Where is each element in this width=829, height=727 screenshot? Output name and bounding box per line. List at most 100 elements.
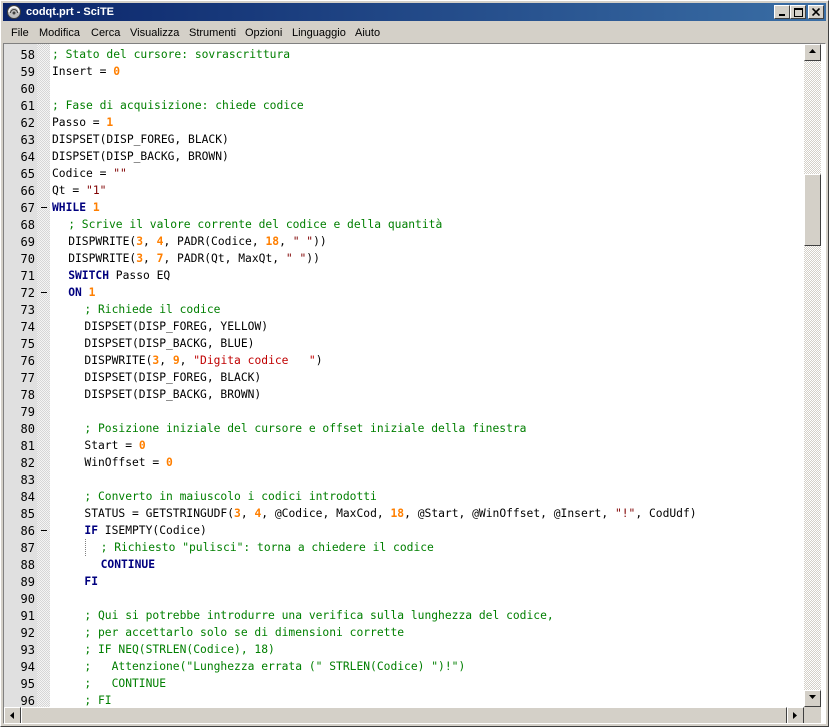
code-line[interactable]: 70 DISPWRITE(3, 7, PADR(Qt, MaxQt, " ")) [4,250,804,267]
code-line[interactable]: 94 ; Attenzione("Lunghezza errata (" STRL… [4,658,804,675]
maximize-button[interactable] [790,5,806,19]
code-text: Insert = 0 [52,65,120,79]
line-number: 62 [20,116,35,130]
scite-app-icon[interactable] [6,4,22,20]
code-token: 3 [234,507,241,520]
line-number: 78 [20,388,35,402]
code-token: ; FI [84,694,112,707]
code-line[interactable]: 78 DISPSET(DISP_BACKG, BROWN) [4,386,804,403]
code-token: ; Richiede il codice [84,303,221,316]
code-line[interactable]: 81 Start = 0 [4,437,804,454]
menu-opzioni[interactable]: Opzioni [245,26,282,40]
code-line[interactable]: 93 ; IF NEQ(STRLEN(Codice), 18) [4,641,804,658]
fold-toggle-icon[interactable] [39,284,49,301]
arrow-right-icon [793,712,797,719]
line-number: 88 [20,558,35,572]
code-line[interactable]: 74 DISPSET(DISP_FOREG, YELLOW) [4,318,804,335]
minimize-button[interactable] [774,5,790,19]
scroll-right-button[interactable] [787,707,804,723]
code-line[interactable]: 63 DISPSET(DISP_FOREG, BLACK) [4,131,804,148]
code-text: ; Scrive il valore corrente del codice e… [68,218,442,232]
code-token: DISPSET(DISP_FOREG, BLACK) [84,371,262,384]
menu-linguaggio[interactable]: Linguaggio [292,26,346,40]
code-token: FI [84,575,98,588]
code-line[interactable]: 67 WHILE 1 [4,199,804,216]
code-line[interactable]: 75 DISPSET(DISP_BACKG, BLUE) [4,335,804,352]
menu-visualizza[interactable]: Visualizza [130,26,179,40]
code-line[interactable]: 72 ON 1 [4,284,804,301]
code-text: ; Qui si potrebbe introdurre una verific… [84,609,553,623]
code-line[interactable]: 88 CONTINUE [4,556,804,573]
line-number: 86 [20,524,35,538]
code-line[interactable]: 84 ; Converto in maiuscolo i codici intro… [4,488,804,505]
code-token: ; Scrive il valore corrente del codice e… [68,218,443,231]
code-line[interactable]: 64 DISPSET(DISP_BACKG, BROWN) [4,148,804,165]
code-token: ISEMPTY(Codice) [98,524,207,537]
menu-aiuto[interactable]: Aiuto [355,26,380,40]
code-line[interactable]: 89 FI [4,573,804,590]
code-line[interactable]: 71 SWITCH Passo EQ [4,267,804,284]
code-line[interactable]: 91 ; Qui si potrebbe introdurre una verif… [4,607,804,624]
scroll-left-button[interactable] [4,707,21,723]
fold-toggle-icon[interactable] [39,522,49,539]
code-token: DISPSET(DISP_FOREG, YELLOW) [84,320,269,333]
line-number: 89 [20,575,35,589]
code-token: STATUS = GETSTRINGUDF( [84,507,235,520]
line-number: 84 [20,490,35,504]
line-number: 91 [20,609,35,623]
code-token: Start = [84,439,139,452]
close-button[interactable] [808,5,824,19]
code-token: ; Qui si potrebbe introdurre una verific… [84,609,554,622]
code-line[interactable]: 80 ; Posizione iniziale del cursore e off… [4,420,804,437]
code-line[interactable]: 65 Codice = "" [4,165,804,182]
close-icon [812,8,820,16]
code-token: 18 [265,235,280,248]
code-text: DISPWRITE(3, 7, PADR(Qt, MaxQt, " ")) [68,252,320,266]
line-number: 80 [20,422,35,436]
menu-modifica[interactable]: Modifica [39,26,80,40]
menu-file[interactable]: File [11,26,29,40]
code-line[interactable]: 66 Qt = "1" [4,182,804,199]
code-token: Qt = [52,184,87,197]
code-lines[interactable]: 58 ; Stato del cursore: sovrascrittura 59 I… [4,46,804,709]
code-line[interactable]: 95 ; CONTINUE [4,675,804,692]
code-token: ; Richiesto "pulisci": torna a chiedere … [100,541,434,554]
horizontal-scroll-thumb[interactable] [21,707,787,723]
code-line[interactable]: 85 STATUS = GETSTRINGUDF(3, 4, @Codice, M… [4,505,804,522]
code-line[interactable]: 77 DISPSET(DISP_FOREG, BLACK) [4,369,804,386]
code-line[interactable]: 68 ; Scrive il valore corrente del codice… [4,216,804,233]
code-text: DISPWRITE(3, 9, "Digita codice ") [84,354,322,368]
code-token: ; CONTINUE [84,677,167,690]
code-token: ; Posizione iniziale del cursore e offse… [84,422,527,435]
code-text: ; Stato del cursore: sovrascrittura [52,48,290,62]
code-text: Codice = "" [52,167,127,181]
code-line[interactable]: 92 ; per accettarlo solo se di dimensioni… [4,624,804,641]
code-line[interactable]: 62 Passo = 1 [4,114,804,131]
code-line[interactable]: 87 ; Richiesto "pulisci": torna a chieder… [4,539,804,556]
code-line[interactable]: 90 [4,590,804,607]
code-line[interactable]: 76 DISPWRITE(3, 9, "Digita codice ") [4,352,804,369]
code-editor[interactable]: 58 ; Stato del cursore: sovrascrittura 59 I… [3,43,826,724]
title-bar[interactable]: codqt.prt - SciTE [3,3,826,21]
code-line[interactable]: 60 [4,80,804,97]
code-line[interactable]: 73 ; Richiede il codice [4,301,804,318]
menu-strumenti[interactable]: Strumenti [189,26,236,40]
code-text: STATUS = GETSTRINGUDF(3, 4, @Codice, Max… [84,507,696,521]
horizontal-scrollbar[interactable] [4,707,804,723]
code-line[interactable]: 79 [4,403,804,420]
code-text: ; IF NEQ(STRLEN(Codice), 18) [84,643,274,657]
scroll-up-button[interactable] [804,44,821,61]
code-line[interactable]: 83 [4,471,804,488]
scroll-down-button[interactable] [804,690,821,707]
menu-cerca[interactable]: Cerca [91,26,120,40]
code-line[interactable]: 69 DISPWRITE(3, 4, PADR(Codice, 18, " ")) [4,233,804,250]
line-number: 83 [20,473,35,487]
code-line[interactable]: 59 Insert = 0 [4,63,804,80]
vertical-scroll-thumb[interactable] [804,174,821,246]
code-line[interactable]: 58 ; Stato del cursore: sovrascrittura [4,46,804,63]
fold-toggle-icon[interactable] [39,199,49,216]
code-line[interactable]: 61 ; Fase di acquisizione: chiede codice [4,97,804,114]
vertical-scrollbar[interactable] [804,44,821,707]
code-line[interactable]: 86 IF ISEMPTY(Codice) [4,522,804,539]
code-line[interactable]: 82 WinOffset = 0 [4,454,804,471]
